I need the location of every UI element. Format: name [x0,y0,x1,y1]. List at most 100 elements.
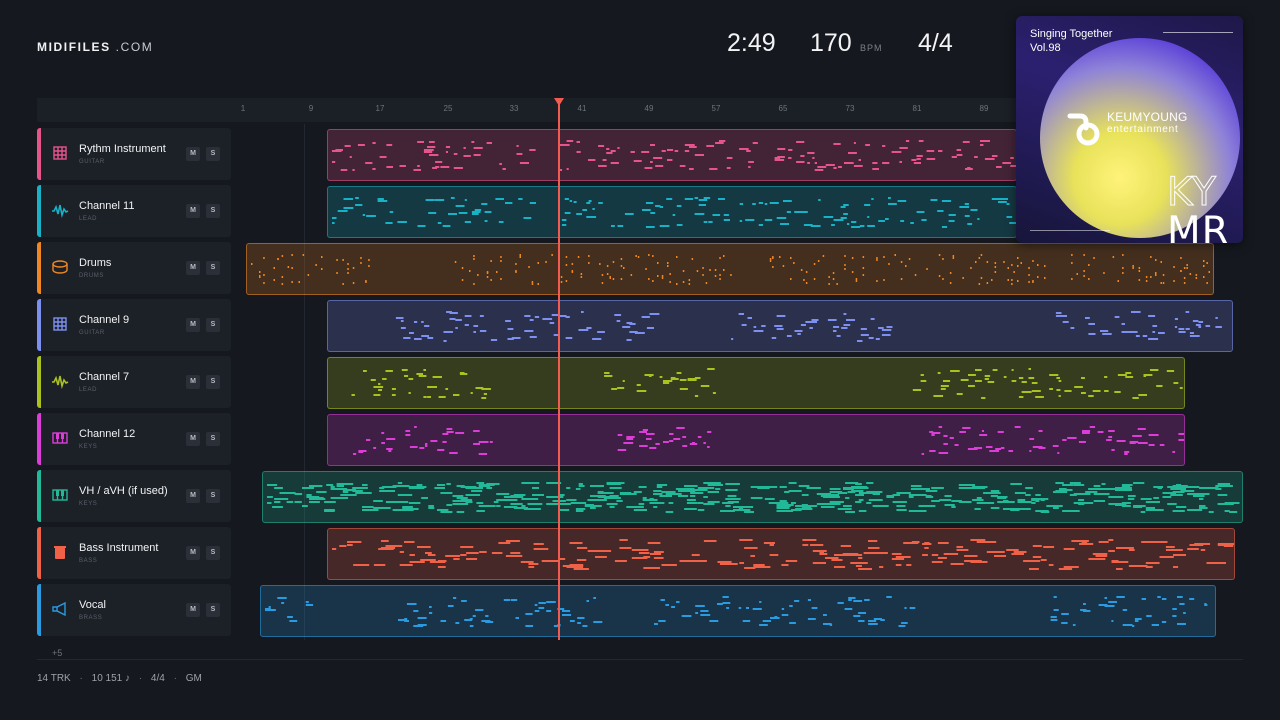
midi-note [1049,388,1053,390]
midi-note [392,485,410,487]
mute-button[interactable]: M [186,489,200,503]
playhead[interactable] [558,98,560,640]
track-header-channel-12[interactable]: Channel 12 KEYS M S [37,413,231,465]
track-header-rythm-instrument[interactable]: Rythm Instrument GUITAR M S [37,128,231,180]
midi-note [620,265,623,267]
solo-button[interactable]: S [206,147,220,161]
midi-note [876,280,878,282]
midi-clip[interactable] [327,300,1233,352]
midi-note [943,435,948,437]
midi-note [347,272,349,274]
midi-note [996,166,1002,168]
midi-note [942,258,944,260]
track-header-vh-avh[interactable]: VH / aVH (if used) KEYS M S [37,470,231,522]
midi-note [617,147,620,149]
midi-note [667,149,674,151]
midi-clip[interactable] [327,186,1017,238]
midi-clip[interactable] [327,129,1017,181]
midi-note [900,261,903,263]
midi-note [1165,549,1183,551]
midi-note [614,560,627,562]
midi-note [606,482,616,484]
midi-note [453,597,457,599]
track-type: BASS [79,558,98,564]
midi-note [888,203,897,205]
midi-note [440,620,447,622]
midi-clip[interactable] [327,357,1185,409]
midi-note [1078,441,1086,443]
midi-note [1102,333,1109,335]
midi-note [453,558,460,560]
solo-button[interactable]: S [206,489,220,503]
midi-note [1148,444,1155,446]
track-header-bass-instrument[interactable]: Bass Instrument BASS M S [37,527,231,579]
midi-note [599,263,601,265]
time-signature: 4/4 [918,29,953,57]
mute-button[interactable]: M [186,546,200,560]
midi-clip[interactable] [327,414,1185,466]
midi-note [970,267,972,269]
track-header-channel-11[interactable]: Channel 11 LEAD M S [37,185,231,237]
mute-button[interactable]: M [186,261,200,275]
midi-note [1017,280,1019,282]
midi-clip[interactable] [246,243,1214,295]
track-color-stripe [37,185,41,237]
midi-note [471,213,479,215]
midi-note [892,501,907,503]
midi-clip[interactable] [260,585,1216,637]
midi-note [1085,317,1090,319]
track-header-channel-7[interactable]: Channel 7 LEAD M S [37,356,231,408]
midi-note [780,223,790,225]
midi-note [490,339,498,341]
midi-note [661,564,677,566]
solo-button[interactable]: S [206,318,220,332]
midi-note [1215,317,1218,319]
midi-note [986,541,997,543]
midi-note [986,261,989,263]
midi-clip[interactable] [262,471,1243,523]
solo-button[interactable]: S [206,204,220,218]
midi-note [653,551,664,553]
mute-button[interactable]: M [186,375,200,389]
more-tracks-link[interactable]: +5 [52,648,62,658]
midi-note [829,624,833,626]
midi-clip[interactable] [327,528,1235,580]
midi-note [790,278,792,280]
solo-button[interactable]: S [206,432,220,446]
midi-note [645,268,647,270]
mute-button[interactable]: M [186,603,200,617]
solo-button[interactable]: S [206,375,220,389]
midi-note [586,202,591,204]
solo-button[interactable]: S [206,546,220,560]
album-cover[interactable]: Singing Together Vol.98 KEUMYOUNG entert… [1016,16,1243,243]
midi-note [1040,499,1045,501]
midi-note [560,144,570,146]
brand-logo[interactable]: MIDIFILES .COM [37,40,153,54]
midi-note [565,316,570,318]
midi-note [268,609,276,611]
midi-note [1028,281,1030,283]
midi-note [281,276,284,278]
mute-button[interactable]: M [186,147,200,161]
mute-button[interactable]: M [186,204,200,218]
midi-note [332,548,337,550]
solo-button[interactable]: S [206,603,220,617]
midi-note [268,606,271,608]
midi-note [294,493,303,495]
midi-note [510,540,519,542]
midi-note [1155,272,1157,274]
track-header-vocal[interactable]: Vocal BRASS M S [37,584,231,636]
midi-note [933,395,944,397]
track-header-drums[interactable]: Drums DRUMS M S [37,242,231,294]
mute-button[interactable]: M [186,432,200,446]
midi-note [886,326,893,328]
solo-button[interactable]: S [206,261,220,275]
midi-note [588,255,590,257]
midi-note [414,338,422,340]
midi-note [868,623,878,625]
brand-suffix: .COM [115,40,154,54]
track-header-channel-9[interactable]: Channel 9 GUITAR M S [37,299,231,351]
mute-button[interactable]: M [186,318,200,332]
playhead-handle[interactable] [554,98,564,106]
midi-note [984,158,995,160]
